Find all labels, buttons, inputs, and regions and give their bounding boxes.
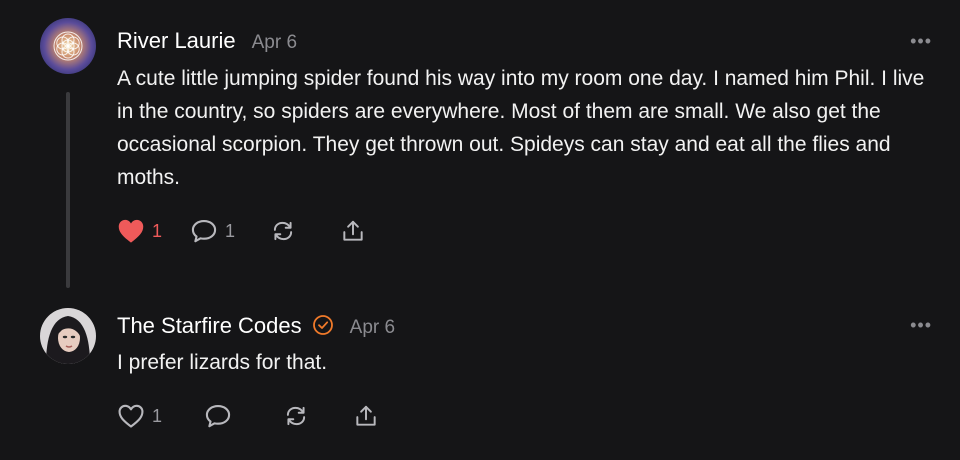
avatar-image	[40, 308, 96, 364]
share-icon	[356, 405, 376, 426]
avatar[interactable]	[40, 18, 96, 74]
comment-text: I prefer lizards for that.	[117, 351, 328, 374]
like-count: 1	[152, 405, 163, 426]
share-button[interactable]	[352, 403, 380, 429]
like-button[interactable]: 1	[117, 218, 162, 244]
reply-count: 1	[225, 220, 236, 241]
author-name[interactable]: River Laurie	[117, 28, 236, 54]
comment-icon	[205, 405, 231, 428]
more-icon[interactable]: •••	[910, 316, 932, 334]
share-icon	[343, 220, 363, 241]
reply-button[interactable]: 1	[190, 218, 235, 244]
comment-icon	[191, 220, 217, 243]
comment-date[interactable]: Apr 6	[252, 32, 297, 54]
comment-text: A cute little jumping spider found his w…	[117, 67, 925, 189]
comment-header: River Laurie Apr 6	[117, 28, 297, 54]
restack-icon	[273, 221, 293, 241]
restack-button[interactable]	[269, 218, 297, 244]
avatar[interactable]	[40, 308, 96, 364]
author-name[interactable]: The Starfire Codes	[117, 313, 302, 339]
more-icon[interactable]: •••	[910, 32, 932, 50]
like-count: 1	[152, 220, 163, 241]
verified-icon	[312, 314, 334, 336]
comment-actions: 1 1	[117, 218, 395, 244]
restack-icon	[286, 406, 306, 426]
comment-actions: 1	[117, 403, 408, 429]
thread-line	[66, 92, 70, 288]
share-button[interactable]	[339, 218, 367, 244]
heart-icon	[118, 219, 144, 243]
reply-button[interactable]	[204, 403, 232, 429]
like-button[interactable]: 1	[117, 403, 162, 429]
comment-header: The Starfire Codes Apr 6	[117, 311, 395, 339]
heart-icon	[118, 404, 144, 428]
comment-date[interactable]: Apr 6	[350, 317, 395, 339]
restack-button[interactable]	[282, 403, 310, 429]
avatar-image	[40, 18, 96, 74]
